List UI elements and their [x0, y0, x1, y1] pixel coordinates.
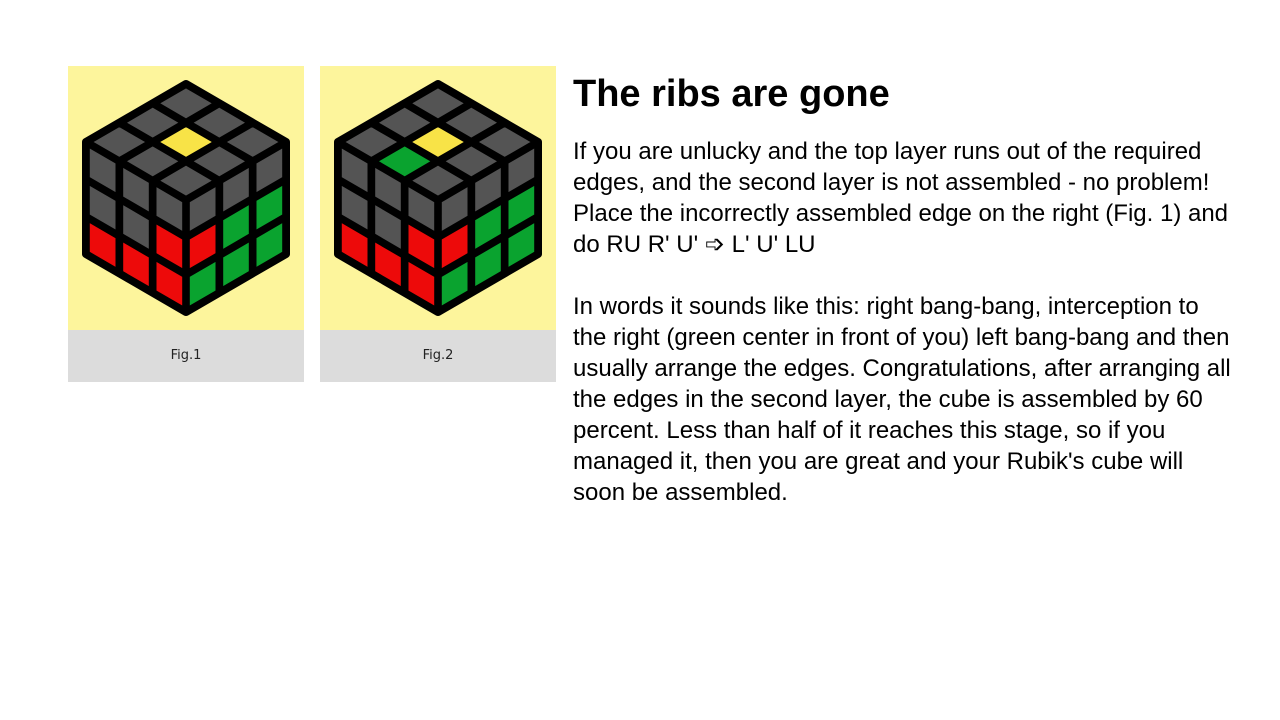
rubiks-cube-icon [334, 80, 542, 316]
article-paragraph-1: If you are unlucky and the top layer run… [573, 138, 1229, 258]
figure-1: Fig.1 [68, 66, 304, 382]
article: The ribs are gone If you are unlucky and… [573, 68, 1233, 539]
article-paragraph-2: In words it sounds like this: right bang… [573, 293, 1231, 506]
figure-2-caption: Fig.2 [422, 348, 454, 363]
figure-2-image [320, 66, 556, 330]
rubiks-cube-icon [82, 80, 290, 316]
figure-1-image [68, 66, 304, 330]
article-title: The ribs are gone [573, 73, 890, 115]
figure-1-caption: Fig.1 [170, 348, 202, 363]
figure-2: Fig.2 [320, 66, 556, 382]
